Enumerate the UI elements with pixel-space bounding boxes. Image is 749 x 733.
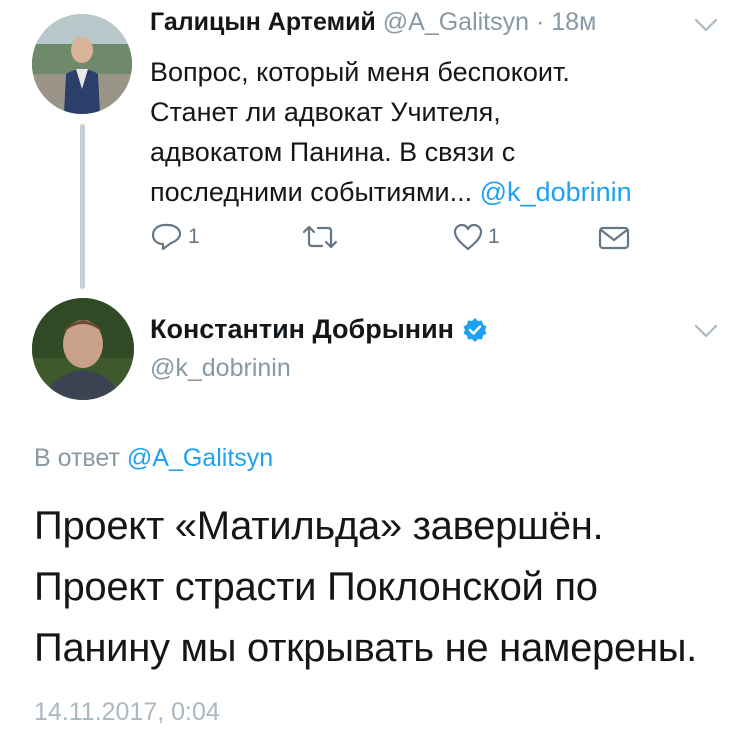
tweet2-text-line: Панину мы открывать не намерены. — [34, 626, 697, 670]
message-icon — [598, 226, 630, 250]
like-icon — [453, 223, 483, 251]
tweet2-author: Константин Добрынин — [150, 314, 488, 345]
reply-to-link[interactable]: @A_Galitsyn — [127, 444, 273, 472]
tweet1-text: Вопрос, который меня беспокоит. Станет л… — [150, 52, 730, 212]
chevron-down-icon[interactable] — [693, 322, 719, 340]
reply-prefix: В ответ — [34, 444, 127, 472]
direct-message-button[interactable] — [597, 225, 631, 251]
retweet-button[interactable] — [300, 224, 344, 250]
tweet2-handle[interactable]: @k_dobrinin — [150, 354, 291, 383]
like-count: 1 — [488, 225, 500, 248]
tweet1-time[interactable]: 18м — [551, 8, 596, 36]
reply-button[interactable]: 1 — [150, 222, 200, 252]
tweet2-text-line: Проект страсти Поклонской по — [34, 565, 598, 609]
tweet1-handle[interactable]: @A_Galitsyn — [383, 8, 529, 36]
tweet1-author-name[interactable]: Галицын Артемий — [150, 8, 376, 36]
avatar-dobrinin[interactable] — [32, 298, 134, 400]
avatar-galitsyn[interactable] — [32, 14, 132, 114]
chevron-down-icon[interactable] — [693, 16, 719, 34]
thread-connector-line — [80, 124, 85, 289]
tweet2-timestamp[interactable]: 14.11.2017, 0:04 — [34, 698, 220, 727]
tweet1-text-line: Станет ли адвокат Учителя, — [150, 97, 501, 127]
tweet1-text-line: адвокатом Панина. В связи с — [150, 137, 516, 167]
tweet2-text-line: Проект «Матильда» завершён. — [34, 504, 604, 548]
reply-icon — [151, 223, 182, 251]
like-button[interactable]: 1 — [452, 222, 500, 252]
retweet-icon — [302, 225, 338, 249]
tweet1-text-line: Вопрос, который меня беспокоит. — [150, 57, 570, 87]
tweet2-text: Проект «Матильда» завершён. Проект страс… — [34, 496, 734, 679]
reply-count: 1 — [188, 225, 200, 248]
verified-badge-icon — [463, 317, 487, 342]
tweet1-text-line: последними событиями... @k_dobrinin — [150, 177, 632, 207]
tweet2-author-name[interactable]: Константин Добрынин — [150, 314, 454, 345]
tweet1-separator: · — [535, 8, 545, 36]
tweet1-header: Галицын Артемий @A_Galitsyn · 18м — [150, 8, 596, 37]
tweet1-mention-link[interactable]: @k_dobrinin — [480, 177, 632, 207]
reply-context: В ответ @A_Galitsyn — [34, 444, 273, 473]
